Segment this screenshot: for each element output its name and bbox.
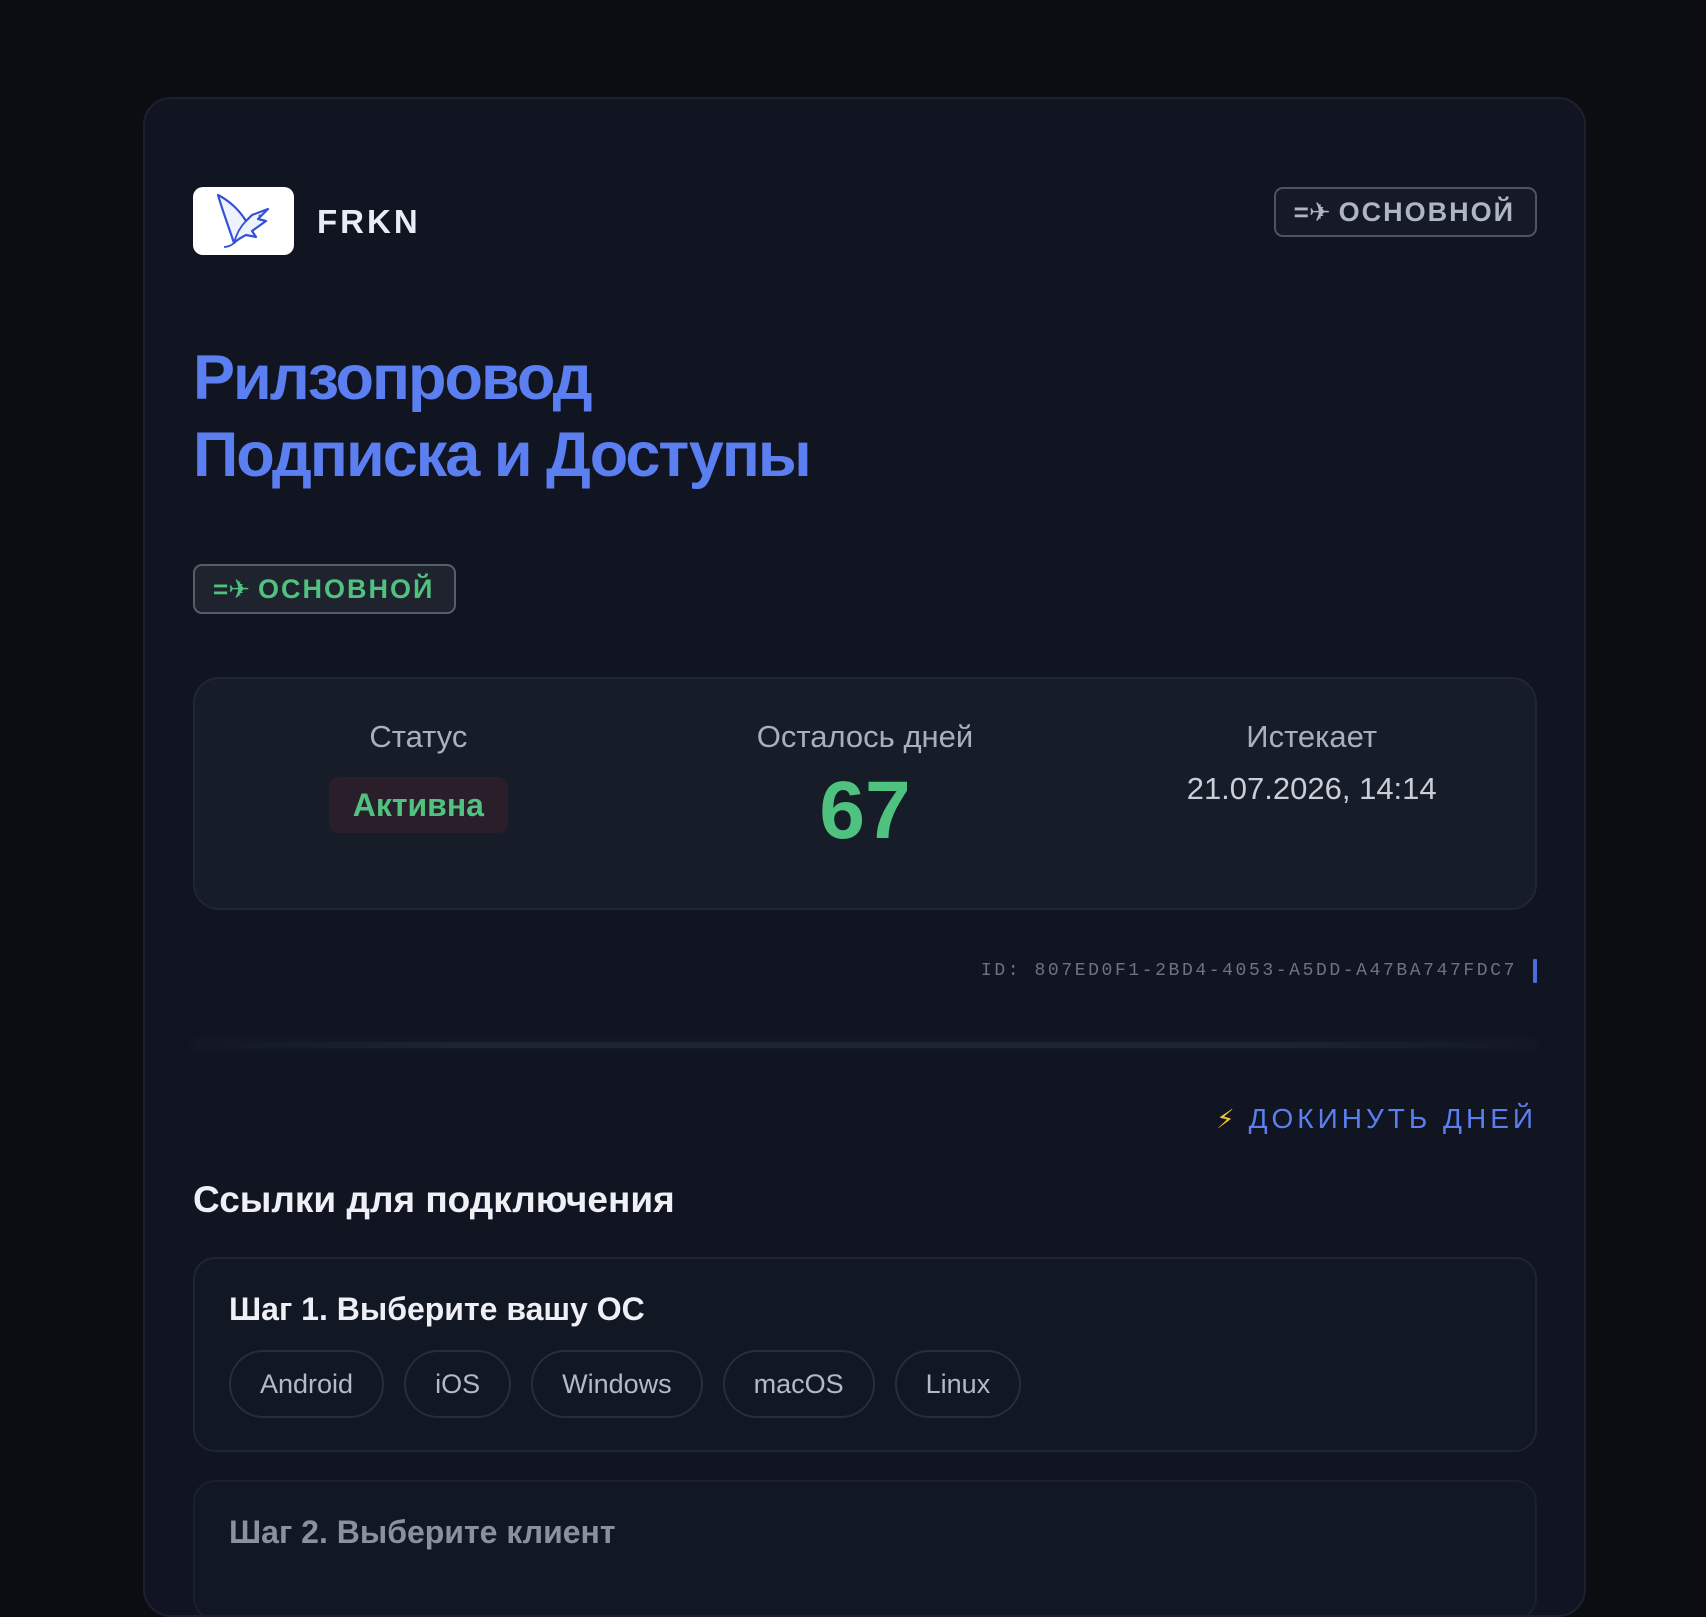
stat-days-left: Осталось дней 67 bbox=[642, 679, 1089, 908]
expires-value: 21.07.2026, 14:14 bbox=[1186, 771, 1437, 806]
logo bbox=[193, 187, 294, 255]
extend-days-label: докинуть дней bbox=[1248, 1103, 1537, 1134]
days-left-label: Осталось дней bbox=[756, 719, 974, 754]
plan-tag-label: основной bbox=[257, 573, 435, 604]
extend-row: ⚡ докинуть дней bbox=[193, 1103, 1537, 1135]
stats-panel: Статус Активна Осталось дней 67 Истекает… bbox=[193, 677, 1537, 910]
lightning-icon: ⚡ bbox=[1216, 1103, 1235, 1134]
os-chip-macos[interactable]: macOS bbox=[722, 1350, 875, 1418]
page-title-line-1: Рилзопровод bbox=[193, 343, 593, 413]
brand-name: FRKN bbox=[317, 203, 421, 240]
links-section-title: Ссылки для подключения bbox=[193, 1179, 675, 1220]
os-chip-ios[interactable]: iOS bbox=[404, 1350, 512, 1418]
id-accent-bar bbox=[1533, 959, 1537, 983]
section-divider bbox=[193, 1042, 1537, 1048]
page-title-line-2: Подписка и Доступы bbox=[193, 420, 812, 490]
airplane-icon: =✈ bbox=[1293, 196, 1331, 227]
subscription-id: ID: 807ED0F1-2BD4-4053-A5DD-A47BA747FDC7 bbox=[980, 961, 1517, 981]
header-plan-tag: =✈ основной bbox=[1273, 187, 1537, 237]
step-1-card: Шаг 1. Выберите вашу ОС Android iOS Wind… bbox=[193, 1257, 1537, 1452]
step-1-title: Шаг 1. Выберите вашу ОС bbox=[229, 1291, 645, 1327]
page-title: Рилзопровод Подписка и Доступы bbox=[193, 340, 1537, 494]
os-chip-linux[interactable]: Linux bbox=[894, 1350, 1022, 1418]
header-plan-tag-label: основной bbox=[1338, 196, 1515, 227]
plan-tag: =✈ основной bbox=[193, 564, 457, 614]
status-badge: Активна bbox=[328, 777, 508, 833]
expires-label: Истекает bbox=[1246, 719, 1378, 754]
airplane-icon: =✈ bbox=[213, 573, 250, 604]
extend-days-button[interactable]: ⚡ докинуть дней bbox=[1216, 1103, 1537, 1135]
status-label: Статус bbox=[369, 719, 468, 754]
stat-status: Статус Активна bbox=[195, 679, 642, 908]
plan-tag-row: =✈ основной bbox=[193, 564, 1537, 614]
subscription-card: FRKN =✈ основной Рилзопровод Подписка и … bbox=[143, 97, 1586, 1617]
pterodactyl-icon bbox=[216, 193, 269, 248]
os-chip-android[interactable]: Android bbox=[229, 1350, 385, 1418]
days-left-value: 67 bbox=[819, 765, 911, 856]
subscription-id-row: ID: 807ED0F1-2BD4-4053-A5DD-A47BA747FDC7 bbox=[193, 958, 1537, 984]
card-content: FRKN =✈ основной Рилзопровод Подписка и … bbox=[193, 187, 1537, 1615]
os-list: Android iOS Windows macOS Linux bbox=[229, 1350, 1501, 1418]
card-header: FRKN =✈ основной bbox=[193, 187, 1537, 257]
step-2-title: Шаг 2. Выберите клиент bbox=[229, 1514, 616, 1550]
stat-expires: Истекает 21.07.2026, 14:14 bbox=[1088, 679, 1535, 908]
os-chip-windows[interactable]: Windows bbox=[531, 1350, 703, 1418]
step-2-card: Шаг 2. Выберите клиент bbox=[193, 1480, 1537, 1615]
